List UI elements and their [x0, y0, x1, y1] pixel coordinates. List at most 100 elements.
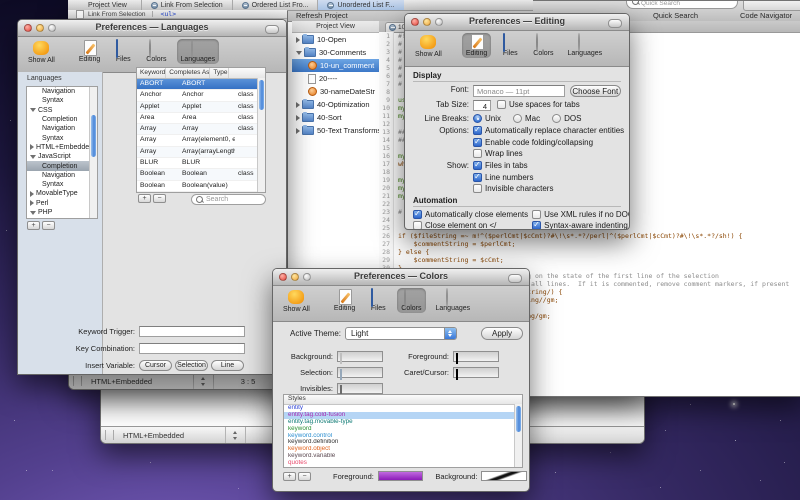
tree-item[interactable]: 50-Text Transforms: [292, 124, 379, 137]
option-checkbox[interactable]: Enable code folding/collapsing: [473, 138, 624, 147]
tab-size-input[interactable]: 4: [473, 100, 491, 111]
style-item[interactable]: keyword.definition: [284, 439, 522, 446]
table-row[interactable]: BLURBLUR: [137, 158, 265, 169]
show-checkbox[interactable]: Invisible characters: [473, 184, 553, 193]
style-item[interactable]: entity.tag.movable-type: [284, 419, 522, 426]
apply-button[interactable]: Apply: [481, 327, 523, 340]
language-list-item[interactable]: MovableType: [27, 189, 97, 198]
toolbar-item-colors[interactable]: Colors: [142, 39, 170, 64]
toolbar-item-editing[interactable]: Editing: [462, 33, 491, 58]
language-list-item[interactable]: JavaScript: [27, 152, 97, 161]
tree-item[interactable]: 10-un_comment: [292, 59, 379, 72]
language-list-item[interactable]: PHP: [27, 208, 97, 217]
color-well[interactable]: [453, 367, 499, 378]
scrollbar-thumb[interactable]: [259, 80, 264, 110]
toolbar-item-colors[interactable]: Colors: [397, 288, 425, 313]
toolbar-item-languages[interactable]: Languages: [564, 33, 607, 58]
toolbar-item-languages[interactable]: Languages: [177, 39, 220, 64]
snippet-button[interactable]: Link From Selection: [141, 0, 232, 10]
styles-header[interactable]: Styles: [284, 395, 522, 405]
column-header[interactable]: Keyword: [137, 68, 166, 78]
titlebar[interactable]: Preferences — Colors: [273, 269, 529, 286]
style-foreground-swatch[interactable]: [378, 471, 424, 481]
disclosure-triangle-icon[interactable]: [296, 37, 300, 43]
option-checkbox[interactable]: Wrap lines: [473, 149, 624, 158]
disclosure-triangle-icon[interactable]: [30, 155, 36, 159]
toolbar-toggle-button[interactable]: [608, 19, 622, 28]
language-list-item[interactable]: Completion: [27, 115, 97, 124]
toolbar-item-show-all[interactable]: Show All: [24, 39, 59, 65]
active-theme-popup[interactable]: Light: [345, 327, 457, 340]
insert-variable-button[interactable]: Line: [211, 360, 244, 371]
disclosure-triangle-icon[interactable]: [30, 191, 34, 197]
choose-font-button[interactable]: Choose Font: [570, 85, 621, 97]
snippet-button[interactable]: Unordered List F...: [317, 0, 403, 10]
line-break-radio[interactable]: DOS: [552, 114, 581, 123]
language-list-item[interactable]: Perl: [27, 199, 97, 208]
language-list-item[interactable]: Navigation: [27, 124, 97, 133]
toolbar-item-editing[interactable]: Editing: [330, 288, 359, 313]
automation-checkbox[interactable]: Automatically close elements: [413, 210, 528, 219]
toolbar-item-colors[interactable]: Colors: [529, 33, 557, 58]
disclosure-triangle-icon[interactable]: [296, 102, 300, 108]
automation-checkbox[interactable]: Use XML rules if no DOCTYPE: [532, 210, 629, 219]
key-combination-input[interactable]: [139, 343, 245, 354]
tree-item[interactable]: 40-Sort: [292, 111, 379, 124]
titlebar[interactable]: Preferences — Languages: [18, 20, 286, 37]
column-header[interactable]: Completes As: [166, 68, 210, 78]
remove-keyword-button[interactable]: −: [153, 194, 166, 203]
toolbar-item-show-all[interactable]: Show All: [411, 33, 446, 59]
remove-style-button[interactable]: −: [298, 472, 311, 481]
toolbar-item-files[interactable]: Files: [497, 33, 523, 58]
language-popup[interactable]: HTML+Embedded: [85, 373, 194, 389]
color-well[interactable]: [337, 351, 383, 362]
column-header[interactable]: Type: [210, 68, 228, 78]
style-item[interactable]: keyword: [284, 426, 522, 433]
line-break-radio[interactable]: Mac: [513, 114, 540, 123]
toolbar-item-show-all[interactable]: Show All: [279, 288, 314, 314]
add-keyword-button[interactable]: +: [138, 194, 151, 203]
titlebar[interactable]: Preferences — Editing: [405, 14, 629, 31]
disclosure-triangle-icon[interactable]: [30, 144, 34, 150]
language-list-item[interactable]: Syntax: [27, 180, 97, 189]
color-well[interactable]: [337, 367, 383, 378]
line-stepper[interactable]: [194, 373, 214, 389]
table-row[interactable]: BooleanBooleanclass: [137, 169, 265, 180]
pane-grip[interactable]: [73, 376, 82, 386]
style-item[interactable]: keyword.object: [284, 446, 522, 453]
style-item[interactable]: keyword.control: [284, 433, 522, 440]
snippet-button[interactable]: Ordered List Fro...: [232, 0, 318, 10]
option-checkbox[interactable]: Automatically replace character entities: [473, 126, 624, 135]
automation-checkbox[interactable]: Syntax-aware indenting: [532, 221, 629, 229]
color-well[interactable]: [337, 383, 383, 394]
scrollbar[interactable]: [514, 404, 522, 467]
scrollbar-thumb[interactable]: [516, 406, 521, 432]
language-list-item[interactable]: Syntax: [27, 96, 97, 105]
table-row[interactable]: AreaAreaclass: [137, 113, 265, 124]
code-navigator-popup[interactable]: [743, 0, 800, 11]
project-view-toolbar-label[interactable]: Project View: [68, 2, 141, 9]
table-row[interactable]: BooleanBoolean(value): [137, 181, 265, 192]
toolbar-item-editing[interactable]: Editing: [75, 39, 104, 64]
add-language-button[interactable]: +: [27, 221, 40, 230]
language-list-item[interactable]: Navigation: [27, 171, 97, 180]
tree-item[interactable]: 20----: [292, 72, 379, 85]
keyword-search-input[interactable]: Search: [191, 194, 266, 205]
color-well[interactable]: [453, 351, 499, 362]
table-row[interactable]: AppletAppletclass: [137, 102, 265, 113]
refresh-project-button[interactable]: Refresh Project: [296, 11, 348, 20]
table-row[interactable]: ABORTABORT: [137, 79, 265, 90]
scrollbar[interactable]: [257, 78, 265, 192]
table-row[interactable]: ButtonButtonclass: [137, 192, 265, 193]
table-row[interactable]: AnchorAnchorclass: [137, 90, 265, 101]
language-list-item[interactable]: Navigation: [27, 87, 97, 96]
disclosure-triangle-icon[interactable]: [296, 51, 302, 55]
insert-variable-button[interactable]: Cursor: [139, 360, 172, 371]
disclosure-triangle-icon[interactable]: [30, 108, 36, 112]
keyword-trigger-input[interactable]: [139, 326, 245, 337]
table-row[interactable]: ArrayArray(arrayLength): [137, 147, 265, 158]
table-row[interactable]: ArrayArrayclass: [137, 124, 265, 135]
scrollbar-thumb[interactable]: [91, 115, 96, 157]
tree-item[interactable]: 30-Comments: [292, 46, 379, 59]
table-row[interactable]: ArrayArray(element0, eleme...: [137, 135, 265, 146]
